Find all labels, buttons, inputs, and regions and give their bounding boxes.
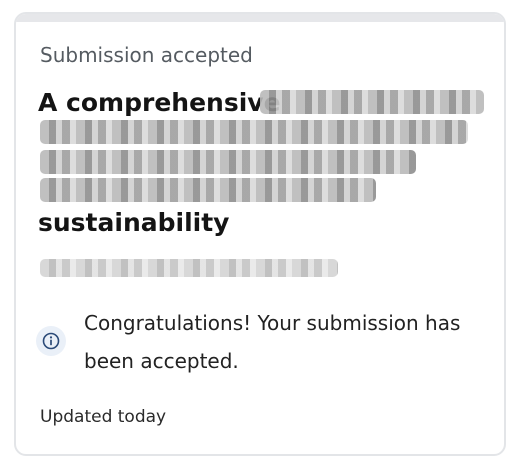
- redacted-subtitle-text: [40, 259, 338, 277]
- submission-title-end: sustainability: [38, 208, 230, 237]
- acceptance-notice: Congratulations! Your submission has bee…: [36, 298, 496, 378]
- redacted-title-text: [40, 150, 416, 174]
- redacted-title-text: [260, 90, 484, 114]
- notice-message: Congratulations! Your submission has bee…: [84, 311, 461, 373]
- status-label: Submission accepted: [40, 43, 253, 67]
- submission-title-start: A comprehensive: [38, 88, 281, 117]
- updated-timestamp: Updated today: [40, 407, 167, 427]
- card-top-bar: [16, 14, 504, 22]
- redacted-title-text: [40, 178, 376, 202]
- redacted-title-text: [40, 120, 468, 144]
- submission-card[interactable]: Submission accepted A comprehensive sust…: [14, 12, 506, 456]
- info-icon: [36, 326, 66, 356]
